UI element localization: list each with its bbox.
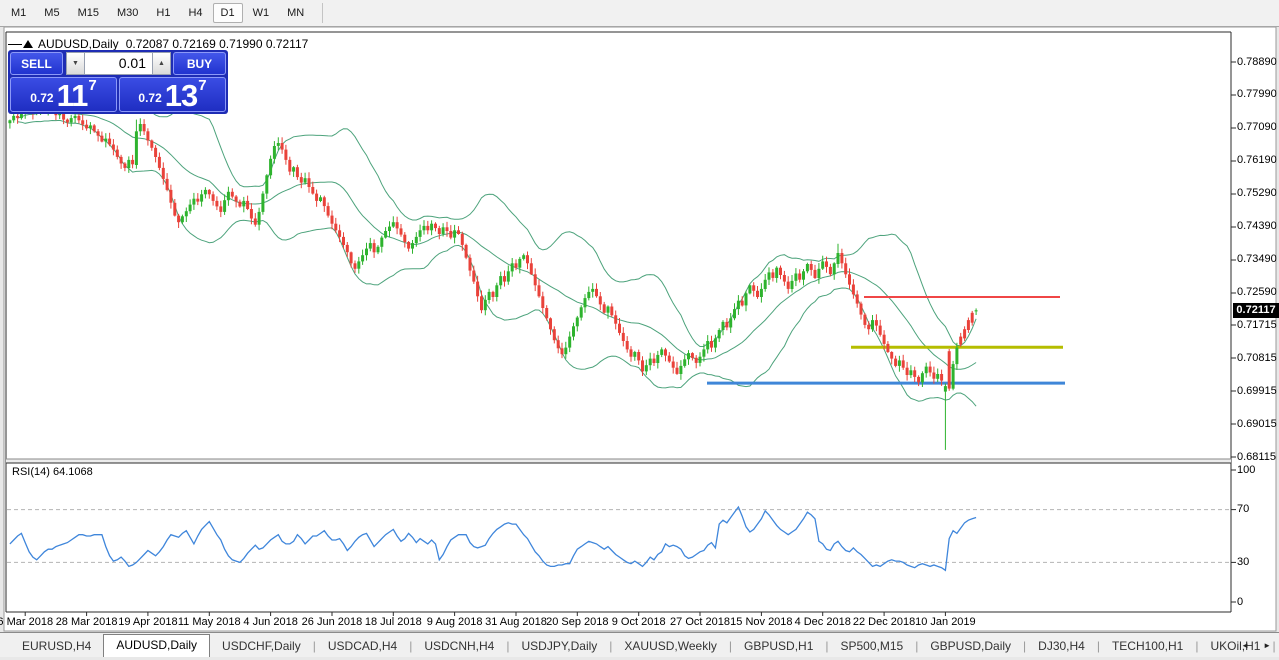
timeframe-button-m30[interactable]: M30	[109, 3, 146, 23]
buy-price-button[interactable]: 0.72 13 7	[119, 77, 226, 112]
chart-tab-gbpusd-h1[interactable]: GBPUSD,H1	[732, 636, 825, 657]
timeframe-button-d1[interactable]: D1	[212, 3, 243, 23]
tab-scroll-right-icon[interactable]: ►	[1263, 641, 1271, 651]
price-axis-label: 0.72590	[1237, 286, 1277, 299]
application-window: M1 M5 M15 M30 H1 H4 D1 W1 MN AUDUSD,Daily 0.7208…	[0, 0, 1279, 660]
timeframe-toolbar: M1 M5 M15 M30 H1 H4 D1 W1 MN	[0, 0, 1279, 27]
price-axis-label: 0.69015	[1237, 417, 1277, 430]
chart-symbol-icon	[8, 43, 22, 45]
timeframe-button-m1[interactable]: M1	[3, 3, 34, 23]
chart-tab-xauusd-weekly[interactable]: XAUUSD,Weekly	[612, 636, 728, 657]
price-axis-label: 0.74390	[1237, 220, 1277, 233]
chart-tab-tech100-h1[interactable]: TECH100,H1	[1100, 636, 1195, 657]
rsi-axis-label: 100	[1237, 463, 1256, 476]
sell-price-pip: 7	[88, 77, 97, 94]
chart-tabs: EURUSD,H4 AUDUSD,Daily USDCHF,Daily | USDCAD…	[10, 634, 1279, 657]
chart-symbol-icon	[23, 40, 33, 48]
timeframe-buttons: M1 M5 M15 M30 H1 H4 D1 W1 MN	[3, 3, 314, 23]
date-axis-label: 10 Jan 2019	[915, 616, 976, 628]
chart-symbol-label: AUDUSD,Daily	[38, 37, 119, 51]
price-axis-label: 0.71715	[1237, 318, 1277, 331]
toolbar-separator	[322, 3, 324, 23]
rsi-axis-label: 30	[1237, 555, 1250, 568]
timeframe-button-mn[interactable]: MN	[279, 3, 312, 23]
chart-tab-eurusd-h4[interactable]: EURUSD,H4	[10, 636, 103, 657]
current-price-tag: 0.72117	[1233, 302, 1279, 318]
buy-price-big: 13	[164, 77, 198, 113]
price-axis-label: 0.77990	[1237, 88, 1277, 101]
chart-tab-usdcad-h4[interactable]: USDCAD,H4	[316, 636, 409, 657]
timeframe-button-m5[interactable]: M5	[36, 3, 67, 23]
chart-window-frame	[3, 26, 1277, 632]
sell-button[interactable]: SELL	[10, 52, 63, 75]
chart-tab-audusd-daily[interactable]: AUDUSD,Daily	[103, 634, 211, 657]
chart-tab-sp500-m15[interactable]: SP500,M15	[829, 636, 916, 657]
lot-size-input[interactable]: 0.01	[84, 52, 153, 75]
timeframe-button-h4[interactable]: H4	[180, 3, 210, 23]
tab-scroll-arrows: ◄ ►	[1241, 641, 1271, 651]
sell-price-button[interactable]: 0.72 11 7	[10, 77, 117, 112]
arrow-down-icon: ▼	[72, 60, 79, 67]
timeframe-button-m15[interactable]: M15	[70, 3, 107, 23]
arrow-up-icon: ▲	[158, 60, 165, 67]
buy-price-pip: 7	[198, 77, 207, 94]
subwindow-divider[interactable]	[6, 459, 1231, 463]
timeframe-button-h1[interactable]: H1	[148, 3, 178, 23]
price-axis-label: 0.77090	[1237, 121, 1277, 134]
chart-tab-usdcnh-h4[interactable]: USDCNH,H4	[412, 636, 506, 657]
chart-tab-usdjpy-daily[interactable]: USDJPY,Daily	[509, 636, 609, 657]
sell-price-prefix: 0.72	[30, 91, 54, 105]
tab-scroll-left-icon[interactable]: ◄	[1241, 641, 1249, 651]
lot-increase-button[interactable]: ▲	[153, 52, 171, 75]
buy-price-prefix: 0.72	[138, 91, 162, 105]
timeframe-button-w1[interactable]: W1	[245, 3, 278, 23]
chart-tab-gbpusd-daily[interactable]: GBPUSD,Daily	[918, 636, 1023, 657]
lot-decrease-button[interactable]: ▼	[66, 52, 84, 75]
chart-tab-u[interactable]: U	[1276, 636, 1279, 657]
price-axis-label: 0.69915	[1237, 384, 1277, 397]
buy-button[interactable]: BUY	[173, 52, 226, 75]
rsi-axis-label: 0	[1237, 595, 1244, 608]
chart-tab-usdchf-daily[interactable]: USDCHF,Daily	[210, 636, 313, 657]
price-axis-label: 0.78890	[1237, 55, 1277, 68]
price-axis-label: 0.76190	[1237, 154, 1277, 167]
sell-price-big: 11	[56, 77, 89, 113]
price-axis-label: 0.73490	[1237, 253, 1277, 266]
price-axis-label: 0.70815	[1237, 351, 1277, 364]
chart-ohlc-values: 0.72087 0.72169 0.71990 0.72117	[125, 37, 309, 51]
price-axis-label: 0.75290	[1237, 187, 1277, 200]
one-click-trade-panel: SELL ▼ 0.01 ▲ BUY 0.72 11 7 0.72 13 7	[8, 50, 228, 114]
price-axis-label: 0.68115	[1237, 450, 1276, 463]
chart-tab-bar: EURUSD,H4 AUDUSD,Daily USDCHF,Daily | USDCAD…	[0, 632, 1279, 657]
rsi-indicator-label: RSI(14) 64.1068	[12, 466, 93, 478]
rsi-axis-label: 70	[1237, 503, 1250, 516]
chart-title: AUDUSD,Daily 0.72087 0.72169 0.71990 0.7…	[8, 37, 308, 51]
chart-tab-dj30-h4[interactable]: DJ30,H4	[1026, 636, 1097, 657]
